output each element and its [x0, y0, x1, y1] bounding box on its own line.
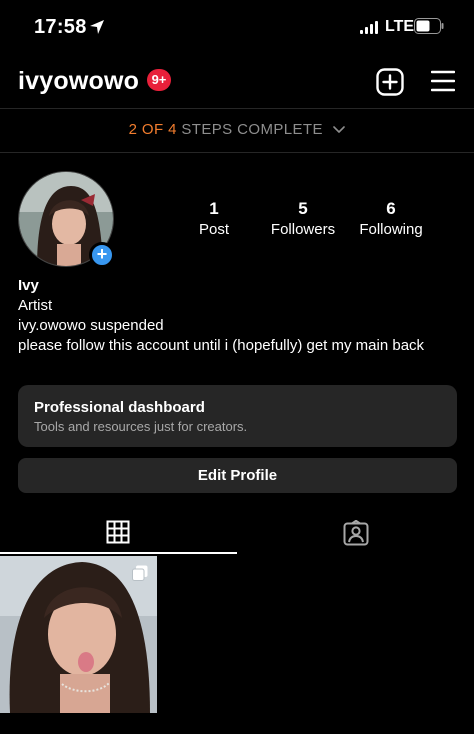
post-thumbnail[interactable]	[0, 556, 157, 713]
status-bar: 17:58 LTE	[0, 0, 474, 56]
professional-dashboard-card[interactable]: Professional dashboard Tools and resourc…	[18, 385, 457, 447]
stat-count: 5	[298, 199, 308, 218]
location-arrow-icon	[90, 20, 104, 34]
battery-icon	[414, 18, 444, 34]
dashboard-title: Professional dashboard	[34, 399, 205, 416]
stat-count: 6	[386, 199, 396, 218]
tagged-icon	[343, 520, 369, 546]
add-story-button[interactable]: +	[89, 242, 115, 268]
edit-profile-button[interactable]: Edit Profile	[18, 458, 457, 493]
grid-icon	[106, 520, 130, 544]
steps-complete-banner[interactable]: 2 OF 4 STEPS COMPLETE	[0, 108, 474, 153]
plus-square-icon[interactable]	[376, 68, 404, 96]
profile-bio: Ivy Artist ivy.owowo suspended please fo…	[18, 276, 458, 356]
steps-progress: 2 OF 4	[128, 121, 177, 138]
multi-post-icon	[132, 565, 148, 581]
tab-tagged[interactable]	[237, 508, 474, 554]
stat-count: 1	[209, 199, 219, 218]
stat-followers[interactable]: 5 Followers	[258, 199, 348, 240]
stat-label: Followers	[270, 221, 336, 238]
profile-header: ivyowowo 9+	[0, 56, 474, 108]
status-time: 17:58	[34, 16, 87, 38]
hamburger-menu-icon[interactable]	[431, 70, 455, 92]
profile-avatar-container[interactable]: +	[18, 171, 115, 268]
stat-following[interactable]: 6 Following	[346, 199, 436, 240]
tab-posts-grid[interactable]	[0, 508, 237, 554]
network-label: LTE	[385, 18, 415, 35]
bio-line: please follow this account until i (hope…	[18, 337, 425, 354]
stat-label: Post	[198, 221, 229, 238]
profile-username[interactable]: ivyowowo	[18, 67, 139, 96]
signal-icon	[360, 21, 378, 34]
steps-label: STEPS COMPLETE	[181, 121, 323, 138]
stat-label: Following	[359, 221, 423, 238]
notification-badge[interactable]: 9+	[147, 69, 171, 91]
profile-display-name: Ivy	[18, 277, 39, 294]
stat-posts[interactable]: 1 Post	[169, 199, 259, 240]
profile-category: Artist	[18, 297, 53, 314]
dashboard-subtitle: Tools and resources just for creators.	[34, 419, 248, 434]
chevron-down-icon	[333, 126, 346, 133]
bio-line: ivy.owowo suspended	[18, 317, 164, 334]
